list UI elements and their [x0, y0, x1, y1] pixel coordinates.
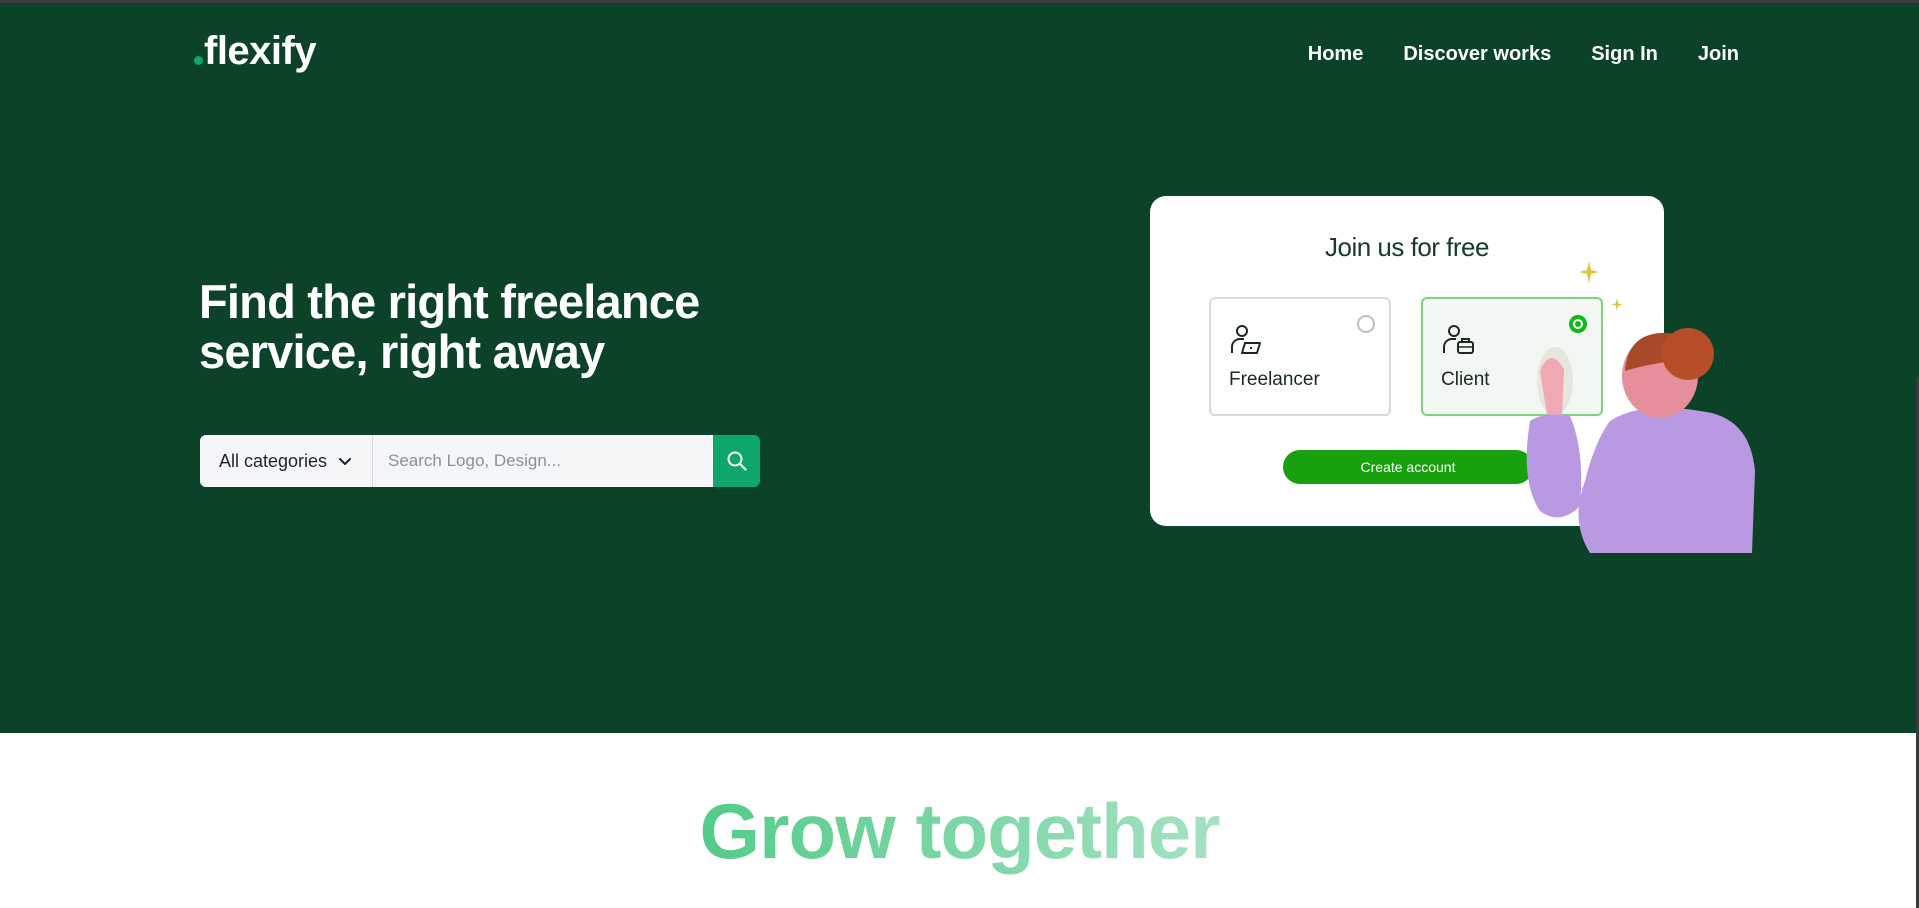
logo-dot — [194, 56, 203, 65]
headline-line-1: Find the right freelance — [199, 275, 700, 328]
search-input[interactable] — [373, 435, 713, 487]
create-account-button[interactable]: Create account — [1283, 450, 1533, 484]
small-sparkle-icon — [1611, 298, 1623, 311]
logo[interactable]: flexify — [194, 29, 317, 74]
sparkle-icon — [1579, 261, 1599, 283]
search-icon — [727, 451, 747, 471]
search-bar: All categories — [200, 435, 760, 487]
category-dropdown[interactable]: All categories — [200, 435, 373, 487]
main-nav: Home Discover works Sign In Join — [1308, 43, 1739, 66]
chevron-down-icon — [339, 458, 352, 465]
client-label: Client — [1441, 369, 1490, 390]
nav-home-link[interactable]: Home — [1308, 43, 1364, 66]
headline-line-2: service, right away — [199, 325, 605, 378]
freelancer-laptop-icon — [1231, 325, 1261, 354]
category-label: All categories — [218, 450, 328, 471]
nav-discover-works-link[interactable]: Discover works — [1403, 43, 1551, 66]
grow-together-heading: Grow together — [0, 786, 1919, 877]
join-card-title: Join us for free — [1325, 232, 1489, 262]
logo-text: flexify — [204, 29, 317, 73]
person-illustration — [1526, 328, 1755, 553]
freelancer-label: Freelancer — [1229, 369, 1320, 390]
hero-section: flexify Home Discover works Sign In Join… — [0, 3, 1919, 733]
hero-headline: Find the right freelance service, right … — [199, 277, 799, 377]
nav-join-link[interactable]: Join — [1698, 43, 1739, 66]
search-button[interactable] — [713, 435, 760, 487]
nav-sign-in-link[interactable]: Sign In — [1591, 43, 1658, 66]
client-briefcase-icon — [1443, 325, 1474, 354]
freelancer-radio[interactable] — [1357, 315, 1375, 333]
freelancer-option[interactable]: Freelancer — [1209, 297, 1391, 416]
